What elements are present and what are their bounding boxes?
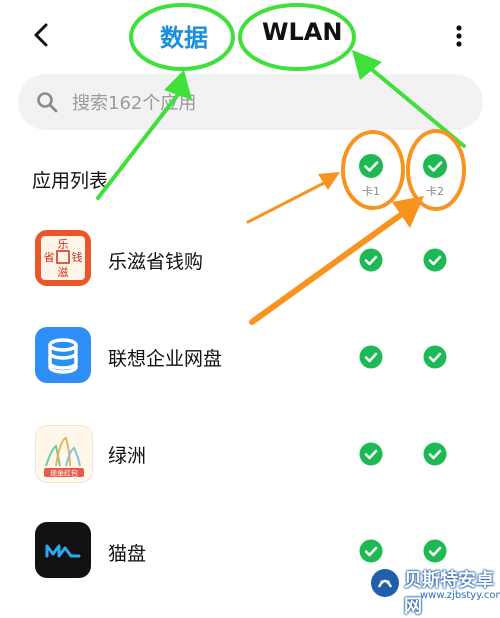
app-name: 绿洲 bbox=[108, 445, 147, 467]
lezi-icon-char-bottom: 滋 bbox=[58, 266, 69, 279]
list-title: 应用列表 bbox=[32, 170, 109, 192]
app-name: 猫盘 bbox=[108, 543, 147, 565]
more-vertical-icon bbox=[456, 25, 462, 47]
annotation-arrowhead-orange-2 bbox=[392, 196, 424, 228]
oasis-icon-caption: 现金红包 bbox=[50, 469, 78, 478]
lezi-icon-char-left: 省 bbox=[44, 251, 55, 264]
back-button[interactable] bbox=[26, 18, 56, 52]
app-name: 乐滋省钱购 bbox=[108, 251, 204, 273]
oasis-icon: 现金红包 bbox=[35, 425, 93, 483]
search-placeholder: 搜索162个应用 bbox=[72, 93, 197, 114]
sim2-check-icon[interactable] bbox=[423, 442, 447, 466]
lezi-icon-char-right: 钱 bbox=[72, 250, 83, 264]
app-name: 联想企业网盘 bbox=[108, 348, 223, 370]
sim1-check-icon[interactable] bbox=[359, 442, 383, 466]
annotation-arrow-orange-1 bbox=[246, 180, 328, 224]
lezi-icon-char-top: 乐 bbox=[58, 238, 69, 251]
lezi-icon: 乐 省 钱 滋 bbox=[35, 230, 91, 286]
sim1-check-icon[interactable] bbox=[359, 345, 383, 369]
sim2-toggle-all-icon[interactable] bbox=[422, 153, 448, 179]
tab-data[interactable]: 数据 bbox=[160, 18, 208, 53]
lenovo-box-icon bbox=[35, 327, 91, 383]
search-input[interactable]: 搜索162个应用 bbox=[18, 74, 483, 130]
search-icon bbox=[37, 92, 58, 113]
sim2-check-icon[interactable] bbox=[423, 248, 447, 272]
sim2-check-icon[interactable] bbox=[423, 345, 447, 369]
sim2-label: 卡2 bbox=[426, 185, 444, 198]
watermark-logo-icon bbox=[371, 569, 399, 597]
sim1-check-icon[interactable] bbox=[359, 248, 383, 272]
annotation-arrowhead-orange-1 bbox=[318, 172, 340, 190]
sim2-check-icon[interactable] bbox=[423, 539, 447, 563]
tab-wlan[interactable]: WLAN bbox=[262, 18, 342, 46]
maopan-icon bbox=[35, 522, 91, 578]
watermark-url: www.zjbstyy.com bbox=[420, 590, 500, 601]
sim1-toggle-all-icon[interactable] bbox=[358, 153, 384, 179]
back-arrow-icon bbox=[34, 23, 48, 47]
more-options-button[interactable] bbox=[448, 20, 470, 52]
sim1-label: 卡1 bbox=[362, 185, 380, 198]
sim1-check-icon[interactable] bbox=[359, 539, 383, 563]
